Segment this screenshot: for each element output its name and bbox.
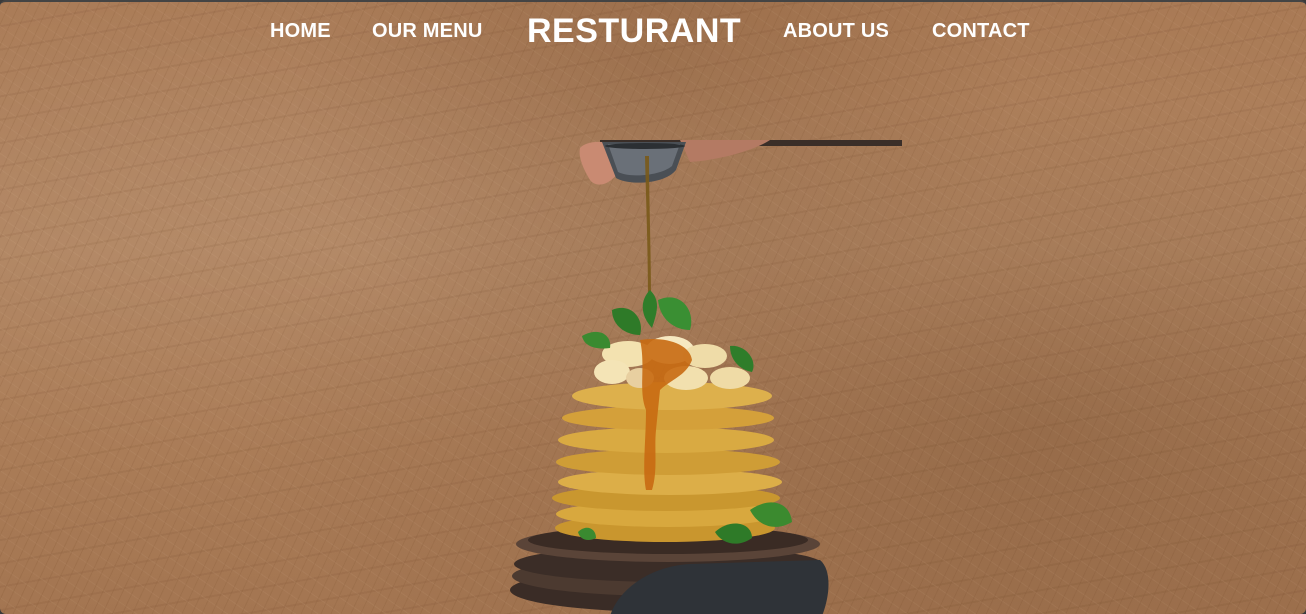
nav-about-us-link[interactable]: ABOUT US (783, 20, 889, 43)
top-navigation: HOME OUR MENU RESTURANT ABOUT US CONTACT (0, 2, 1306, 64)
nav-home-link[interactable]: HOME (270, 20, 331, 43)
nav-our-menu-link[interactable]: OUR MENU (372, 20, 483, 43)
brand-title: RESTURANT (527, 12, 742, 50)
pancake-layers (552, 382, 782, 542)
hand-with-pitcher (579, 140, 902, 185)
page: HOME OUR MENU RESTURANT ABOUT US CONTACT (0, 0, 1306, 614)
hero-pancake-image (500, 140, 910, 614)
nav-contact-link[interactable]: CONTACT (932, 20, 1030, 43)
pancake-stack-illustration (510, 140, 902, 614)
